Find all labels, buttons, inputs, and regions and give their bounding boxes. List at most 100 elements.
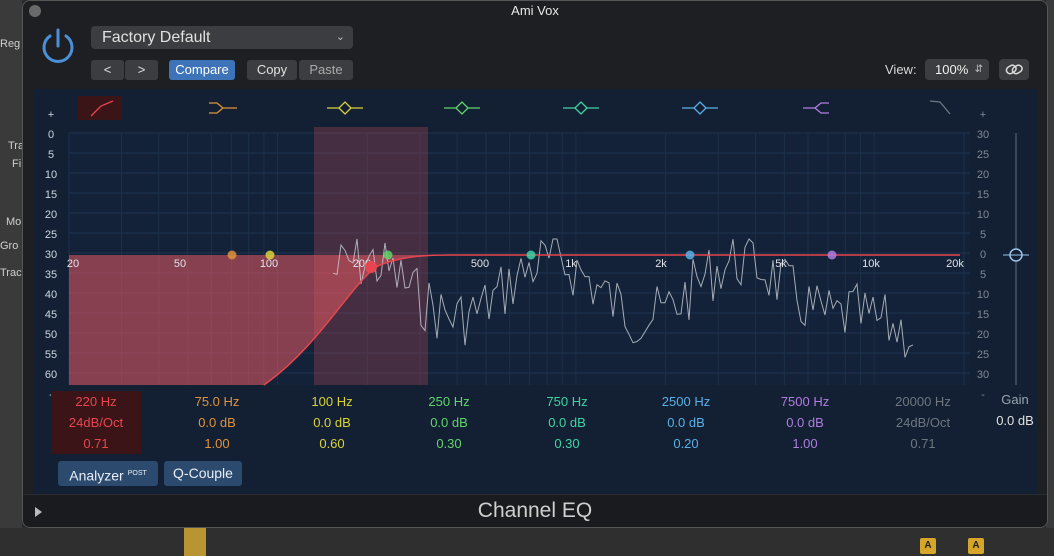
- power-icon[interactable]: [39, 27, 77, 65]
- chevron-down-icon: ⌄: [335, 31, 345, 43]
- gain-title: Gain: [1001, 392, 1029, 407]
- daw-background-bottom: [0, 528, 1054, 556]
- analyzer-post-badge: POST: [127, 470, 147, 477]
- band-q[interactable]: 0.30: [522, 433, 612, 454]
- analyzer-scale-label: 5: [48, 149, 54, 161]
- band-node[interactable]: [365, 261, 377, 273]
- band-frequency[interactable]: 750 Hz: [522, 391, 612, 412]
- gain-scale-label: 30: [977, 369, 989, 381]
- band-7-values: 7500 Hz 0.0 dB 1.00: [760, 391, 850, 454]
- band-frequency[interactable]: 75.0 Hz: [172, 391, 262, 412]
- band-q[interactable]: 1.00: [172, 433, 262, 454]
- analyzer-scale-label: 35: [45, 269, 57, 281]
- gain-scale-label: 25: [977, 149, 989, 161]
- band-q[interactable]: 0.30: [404, 433, 494, 454]
- band-frequency[interactable]: 250 Hz: [404, 391, 494, 412]
- band-frequency[interactable]: 2500 Hz: [641, 391, 731, 412]
- plugin-window: Ami Vox Factory Default ⌄ < > Compare Co…: [22, 0, 1048, 528]
- band-gain[interactable]: 0.0 dB: [641, 412, 731, 433]
- band-highshelf-icon[interactable]: [803, 102, 829, 114]
- frequency-label: 50: [174, 258, 186, 270]
- bg-label: Fi: [12, 158, 22, 170]
- band-bell-icon[interactable]: [563, 101, 599, 115]
- bg-label: Reg: [0, 38, 21, 50]
- copy-button[interactable]: Copy: [247, 60, 297, 80]
- gain-scale-label: 15: [977, 189, 989, 201]
- analyzer-scale-label: 15: [45, 189, 57, 201]
- analyzer-scale-label: 50: [45, 329, 57, 341]
- next-preset-button[interactable]: >: [125, 60, 158, 80]
- analyzer-button[interactable]: Analyzer POST: [58, 461, 158, 486]
- gain-scale-label: 15: [977, 309, 989, 321]
- band-gain[interactable]: 24dB/Oct: [878, 412, 968, 433]
- band-q[interactable]: 0.60: [287, 433, 377, 454]
- band-node[interactable]: [526, 250, 536, 260]
- band-gain[interactable]: 0.0 dB: [404, 412, 494, 433]
- band-1-values: 220 Hz 24dB/Oct 0.71: [51, 391, 141, 454]
- band-gain[interactable]: 0.0 dB: [522, 412, 612, 433]
- gain-scale-label: 20: [977, 329, 989, 341]
- gain-scale-label: 10: [977, 209, 989, 221]
- band-node[interactable]: [685, 250, 695, 260]
- band-gain[interactable]: 0.0 dB: [172, 412, 262, 433]
- eq-panel: +051015202530354045505560-+3025201510505…: [33, 89, 1038, 494]
- band-bell-icon[interactable]: [444, 101, 480, 115]
- analyzer-scale-label: 30: [45, 249, 57, 261]
- band-bell-icon[interactable]: [327, 101, 363, 115]
- band-frequency[interactable]: 100 Hz: [287, 391, 377, 412]
- view-zoom-select[interactable]: 100% ⇵: [925, 59, 989, 80]
- automation-a-button[interactable]: A: [920, 538, 936, 554]
- q-couple-button[interactable]: Q-Couple: [164, 461, 242, 486]
- link-icon: [1005, 64, 1023, 75]
- frequency-label: 20k: [946, 258, 964, 270]
- band-frequency[interactable]: 220 Hz: [51, 391, 141, 412]
- analyzer-scale-label: 25: [45, 229, 57, 241]
- band-lowshelf-icon[interactable]: [209, 102, 237, 114]
- band-gain[interactable]: 24dB/Oct: [51, 412, 141, 433]
- view-zoom-value: 100%: [935, 62, 969, 77]
- close-button[interactable]: [29, 5, 41, 17]
- compare-button[interactable]: Compare: [169, 60, 235, 80]
- prev-preset-button[interactable]: <: [91, 60, 124, 80]
- band-4-values: 250 Hz 0.0 dB 0.30: [404, 391, 494, 454]
- link-button[interactable]: [999, 59, 1029, 80]
- frequency-label: 5k: [775, 258, 787, 270]
- band-frequency[interactable]: 20000 Hz: [878, 391, 968, 412]
- preset-name: Factory Default: [102, 29, 211, 46]
- band-8-values: 20000 Hz 24dB/Oct 0.71: [878, 391, 968, 454]
- daw-background-left: Reg Tra Fi Mo Gro Trac: [0, 0, 24, 556]
- band-q[interactable]: 1.00: [760, 433, 850, 454]
- view-label: View:: [885, 62, 917, 77]
- band-node[interactable]: [265, 250, 275, 260]
- band-node[interactable]: [383, 250, 393, 260]
- gain-scale-label: +: [980, 109, 986, 121]
- band-6-values: 2500 Hz 0.0 dB 0.20: [641, 391, 731, 454]
- stepper-icon: ⇵: [974, 64, 983, 75]
- gain-value[interactable]: 0.0 dB: [993, 410, 1037, 431]
- gain-scale-label: 30: [977, 129, 989, 141]
- band-q[interactable]: 0.20: [641, 433, 731, 454]
- band-gain[interactable]: 0.0 dB: [760, 412, 850, 433]
- band-2-values: 75.0 Hz 0.0 dB 1.00: [172, 391, 262, 454]
- band-5-values: 750 Hz 0.0 dB 0.30: [522, 391, 612, 454]
- band-q[interactable]: 0.71: [878, 433, 968, 454]
- band-node[interactable]: [827, 250, 837, 260]
- gain-scale-label: 20: [977, 169, 989, 181]
- gain-scale-label: 0: [980, 249, 986, 261]
- analyzer-scale-label: 60: [45, 369, 57, 381]
- band-bell-icon[interactable]: [682, 101, 718, 115]
- band-node[interactable]: [227, 250, 237, 260]
- paste-button[interactable]: Paste: [299, 60, 353, 80]
- band-frequency[interactable]: 7500 Hz: [760, 391, 850, 412]
- band-q[interactable]: 0.71: [51, 433, 141, 454]
- band-gain[interactable]: 0.0 dB: [287, 412, 377, 433]
- frequency-label: 500: [471, 258, 489, 270]
- preset-dropdown[interactable]: Factory Default ⌄: [91, 26, 353, 49]
- band-highcut-icon[interactable]: [929, 100, 951, 115]
- analyzer-label: Analyzer: [69, 467, 124, 484]
- plugin-header: Factory Default ⌄ < > Compare Copy Paste…: [23, 21, 1047, 89]
- automation-a-button[interactable]: A: [968, 538, 984, 554]
- band-3-values: 100 Hz 0.0 dB 0.60: [287, 391, 377, 454]
- analyzer-scale-label: 45: [45, 309, 57, 321]
- frequency-label: 20: [67, 258, 79, 270]
